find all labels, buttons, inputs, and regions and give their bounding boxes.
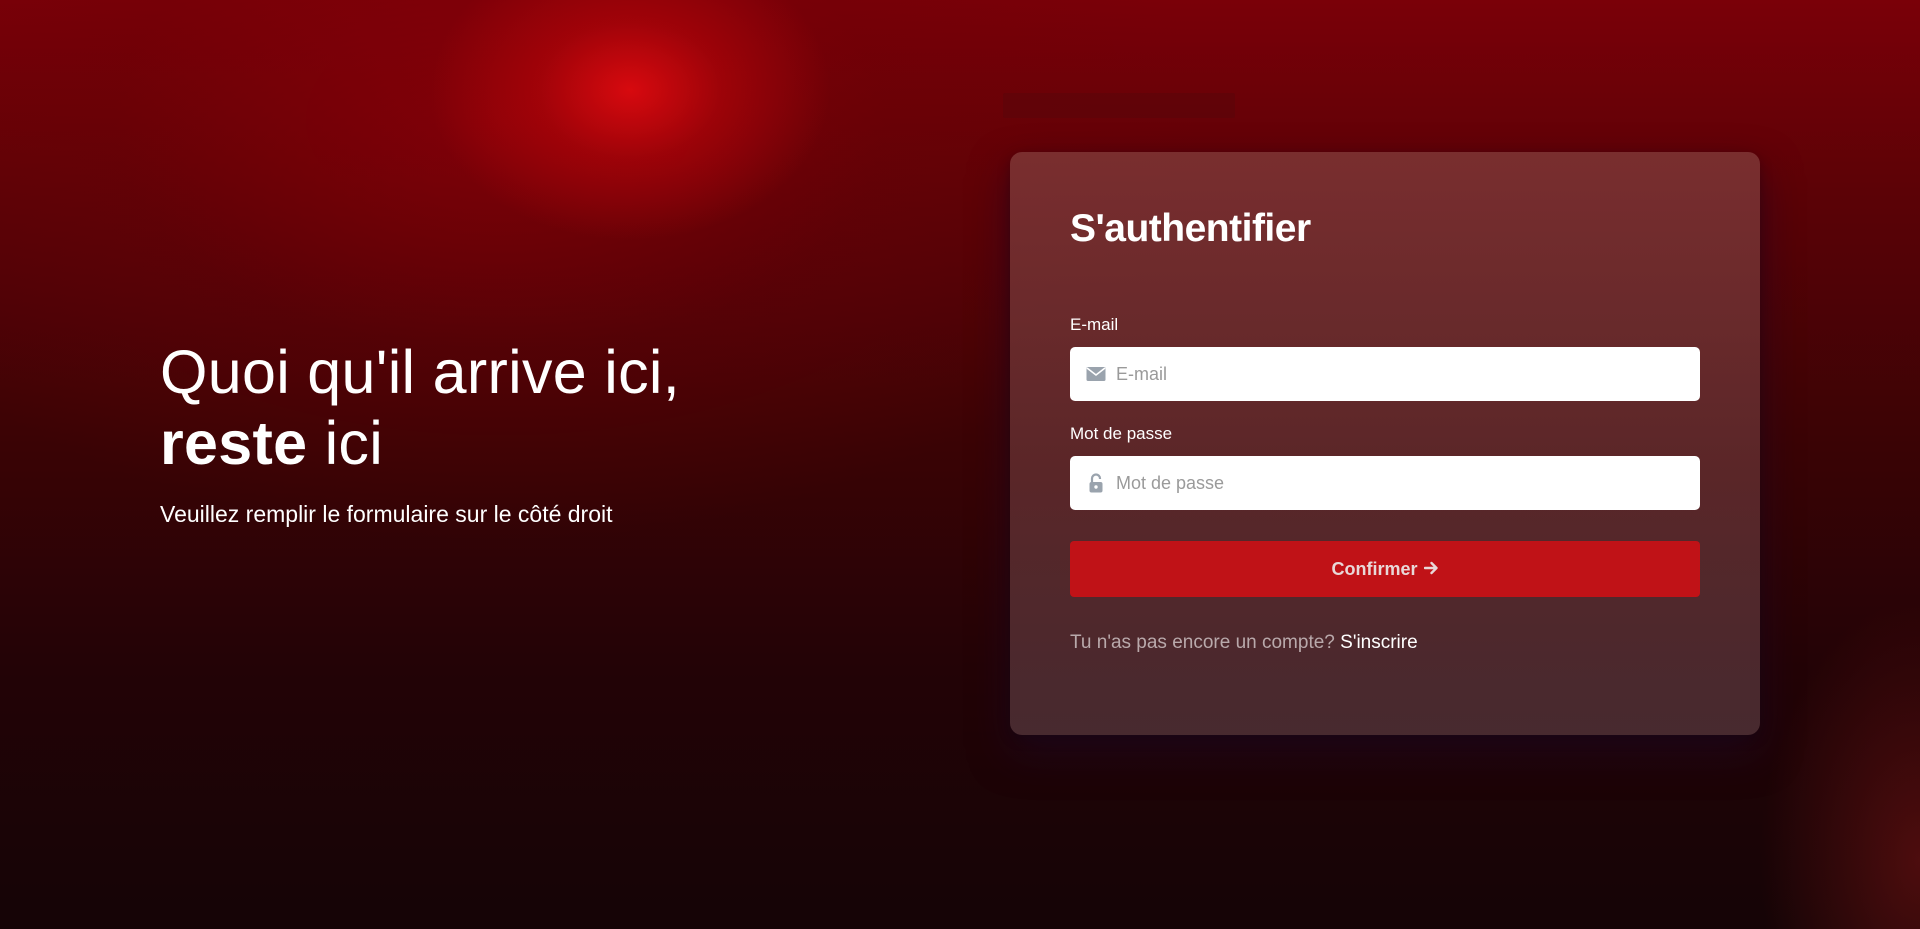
login-title: S'authentifier xyxy=(1070,207,1311,250)
password-field-wrapper xyxy=(1070,456,1700,510)
arrow-right-icon xyxy=(1423,559,1439,580)
login-card: S'authentifier E-mail Mot de passe Confi… xyxy=(1010,152,1760,735)
confirm-button-label: Confirmer xyxy=(1331,558,1418,579)
hero-subtitle: Veuillez remplir le formulaire sur le cô… xyxy=(160,501,613,527)
faded-breadcrumb xyxy=(1003,93,1235,118)
signup-question: Tu n'as pas encore un compte? xyxy=(1070,632,1341,653)
hero-section: Quoi qu'il arrive ici, reste ici Veuille… xyxy=(160,337,920,528)
email-label: E-mail xyxy=(1070,315,1119,334)
hero-title-line2-rest: ici xyxy=(307,409,384,477)
email-input[interactable] xyxy=(1116,347,1676,401)
envelope-icon xyxy=(1070,366,1116,382)
password-input[interactable] xyxy=(1116,456,1676,510)
confirm-button[interactable]: Confirmer xyxy=(1070,541,1700,597)
password-label: Mot de passe xyxy=(1070,424,1173,443)
lock-icon xyxy=(1070,473,1116,493)
hero-title: Quoi qu'il arrive ici, reste ici xyxy=(160,337,920,479)
hero-title-line1: Quoi qu'il arrive ici, xyxy=(160,338,680,406)
hero-title-emphasis: reste xyxy=(160,409,308,477)
email-field-wrapper xyxy=(1070,347,1700,401)
signup-link[interactable]: S'inscrire xyxy=(1340,632,1418,653)
signup-prompt: Tu n'as pas encore un compte? S'inscrire xyxy=(1070,632,1418,654)
